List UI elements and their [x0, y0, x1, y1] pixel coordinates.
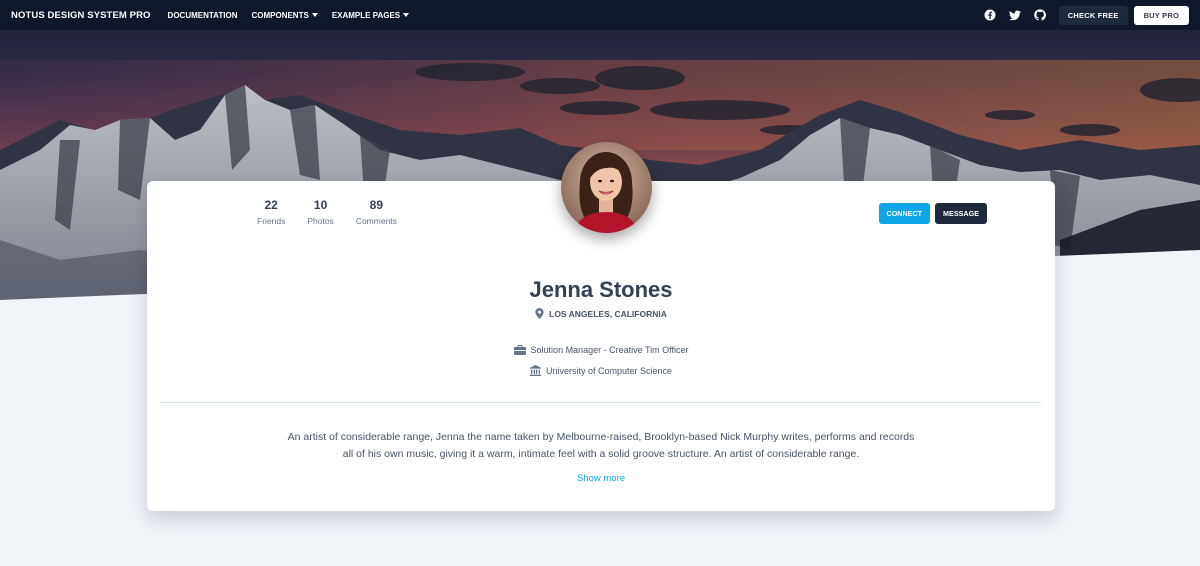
stat-friends: 22 Friends [257, 198, 285, 226]
check-free-button[interactable]: CHECK FREE [1058, 5, 1128, 25]
profile-name: Jenna Stones [529, 277, 673, 302]
brand-logo-text[interactable]: NOTUS DESIGN SYSTEM PRO [11, 10, 151, 21]
nav-link-label: EXAMPLE PAGES [331, 10, 401, 20]
university-icon [529, 365, 541, 376]
stat-label: Friends [257, 216, 286, 226]
stat-value: 10 [313, 198, 328, 212]
twitter-icon[interactable] [1008, 9, 1021, 21]
stat-label: Photos [307, 216, 334, 226]
profile-actions: CONNECT MESSAGE [878, 203, 987, 224]
nav-link-example-pages[interactable]: EXAMPLE PAGES [331, 10, 410, 20]
buy-pro-button[interactable]: BUY PRO [1133, 5, 1189, 25]
stat-value: 22 [264, 198, 278, 212]
facebook-icon[interactable] [984, 9, 996, 21]
profile-avatar [561, 142, 652, 233]
caret-down-icon [311, 13, 318, 17]
profile-job: Solution Manager - Creative Tim Officer [147, 345, 1055, 355]
profile-location: LOS ANGELES, CALIFORNIA [147, 308, 1055, 319]
stat-photos: 10 Photos [307, 198, 333, 226]
map-marker-icon [535, 308, 544, 319]
nav-link-label: DOCUMENTATION [167, 10, 238, 20]
nav-link-label: COMPONENTS [251, 10, 309, 20]
stat-comments: 89 Comments [356, 198, 397, 226]
show-more-link[interactable]: Show more [147, 473, 1055, 484]
top-navbar: NOTUS DESIGN SYSTEM PRO DOCUMENTATION CO… [0, 0, 1200, 30]
profile-education: University of Computer Science [147, 365, 1055, 376]
navbar-right: CHECK FREE BUY PRO [984, 5, 1189, 25]
connect-button[interactable]: CONNECT [878, 203, 931, 224]
briefcase-icon [513, 345, 526, 355]
nav-link-documentation[interactable]: DOCUMENTATION [168, 11, 238, 20]
caret-down-icon [403, 13, 410, 17]
nav-link-components[interactable]: COMPONENTS [251, 10, 318, 20]
location-text: LOS ANGELES, CALIFORNIA [549, 308, 667, 319]
github-icon[interactable] [1034, 9, 1046, 21]
stat-value: 89 [369, 198, 384, 212]
message-button[interactable]: MESSAGE [935, 203, 987, 224]
section-divider [161, 402, 1041, 403]
stat-label: Comments [355, 216, 397, 226]
education-text: University of Computer Science [545, 365, 673, 376]
profile-stats: 22 Friends 10 Photos 89 Comments [257, 198, 419, 226]
profile-bio: An artist of considerable range, Jenna t… [287, 431, 915, 460]
job-text: Solution Manager - Creative Tim Officer [530, 345, 689, 355]
